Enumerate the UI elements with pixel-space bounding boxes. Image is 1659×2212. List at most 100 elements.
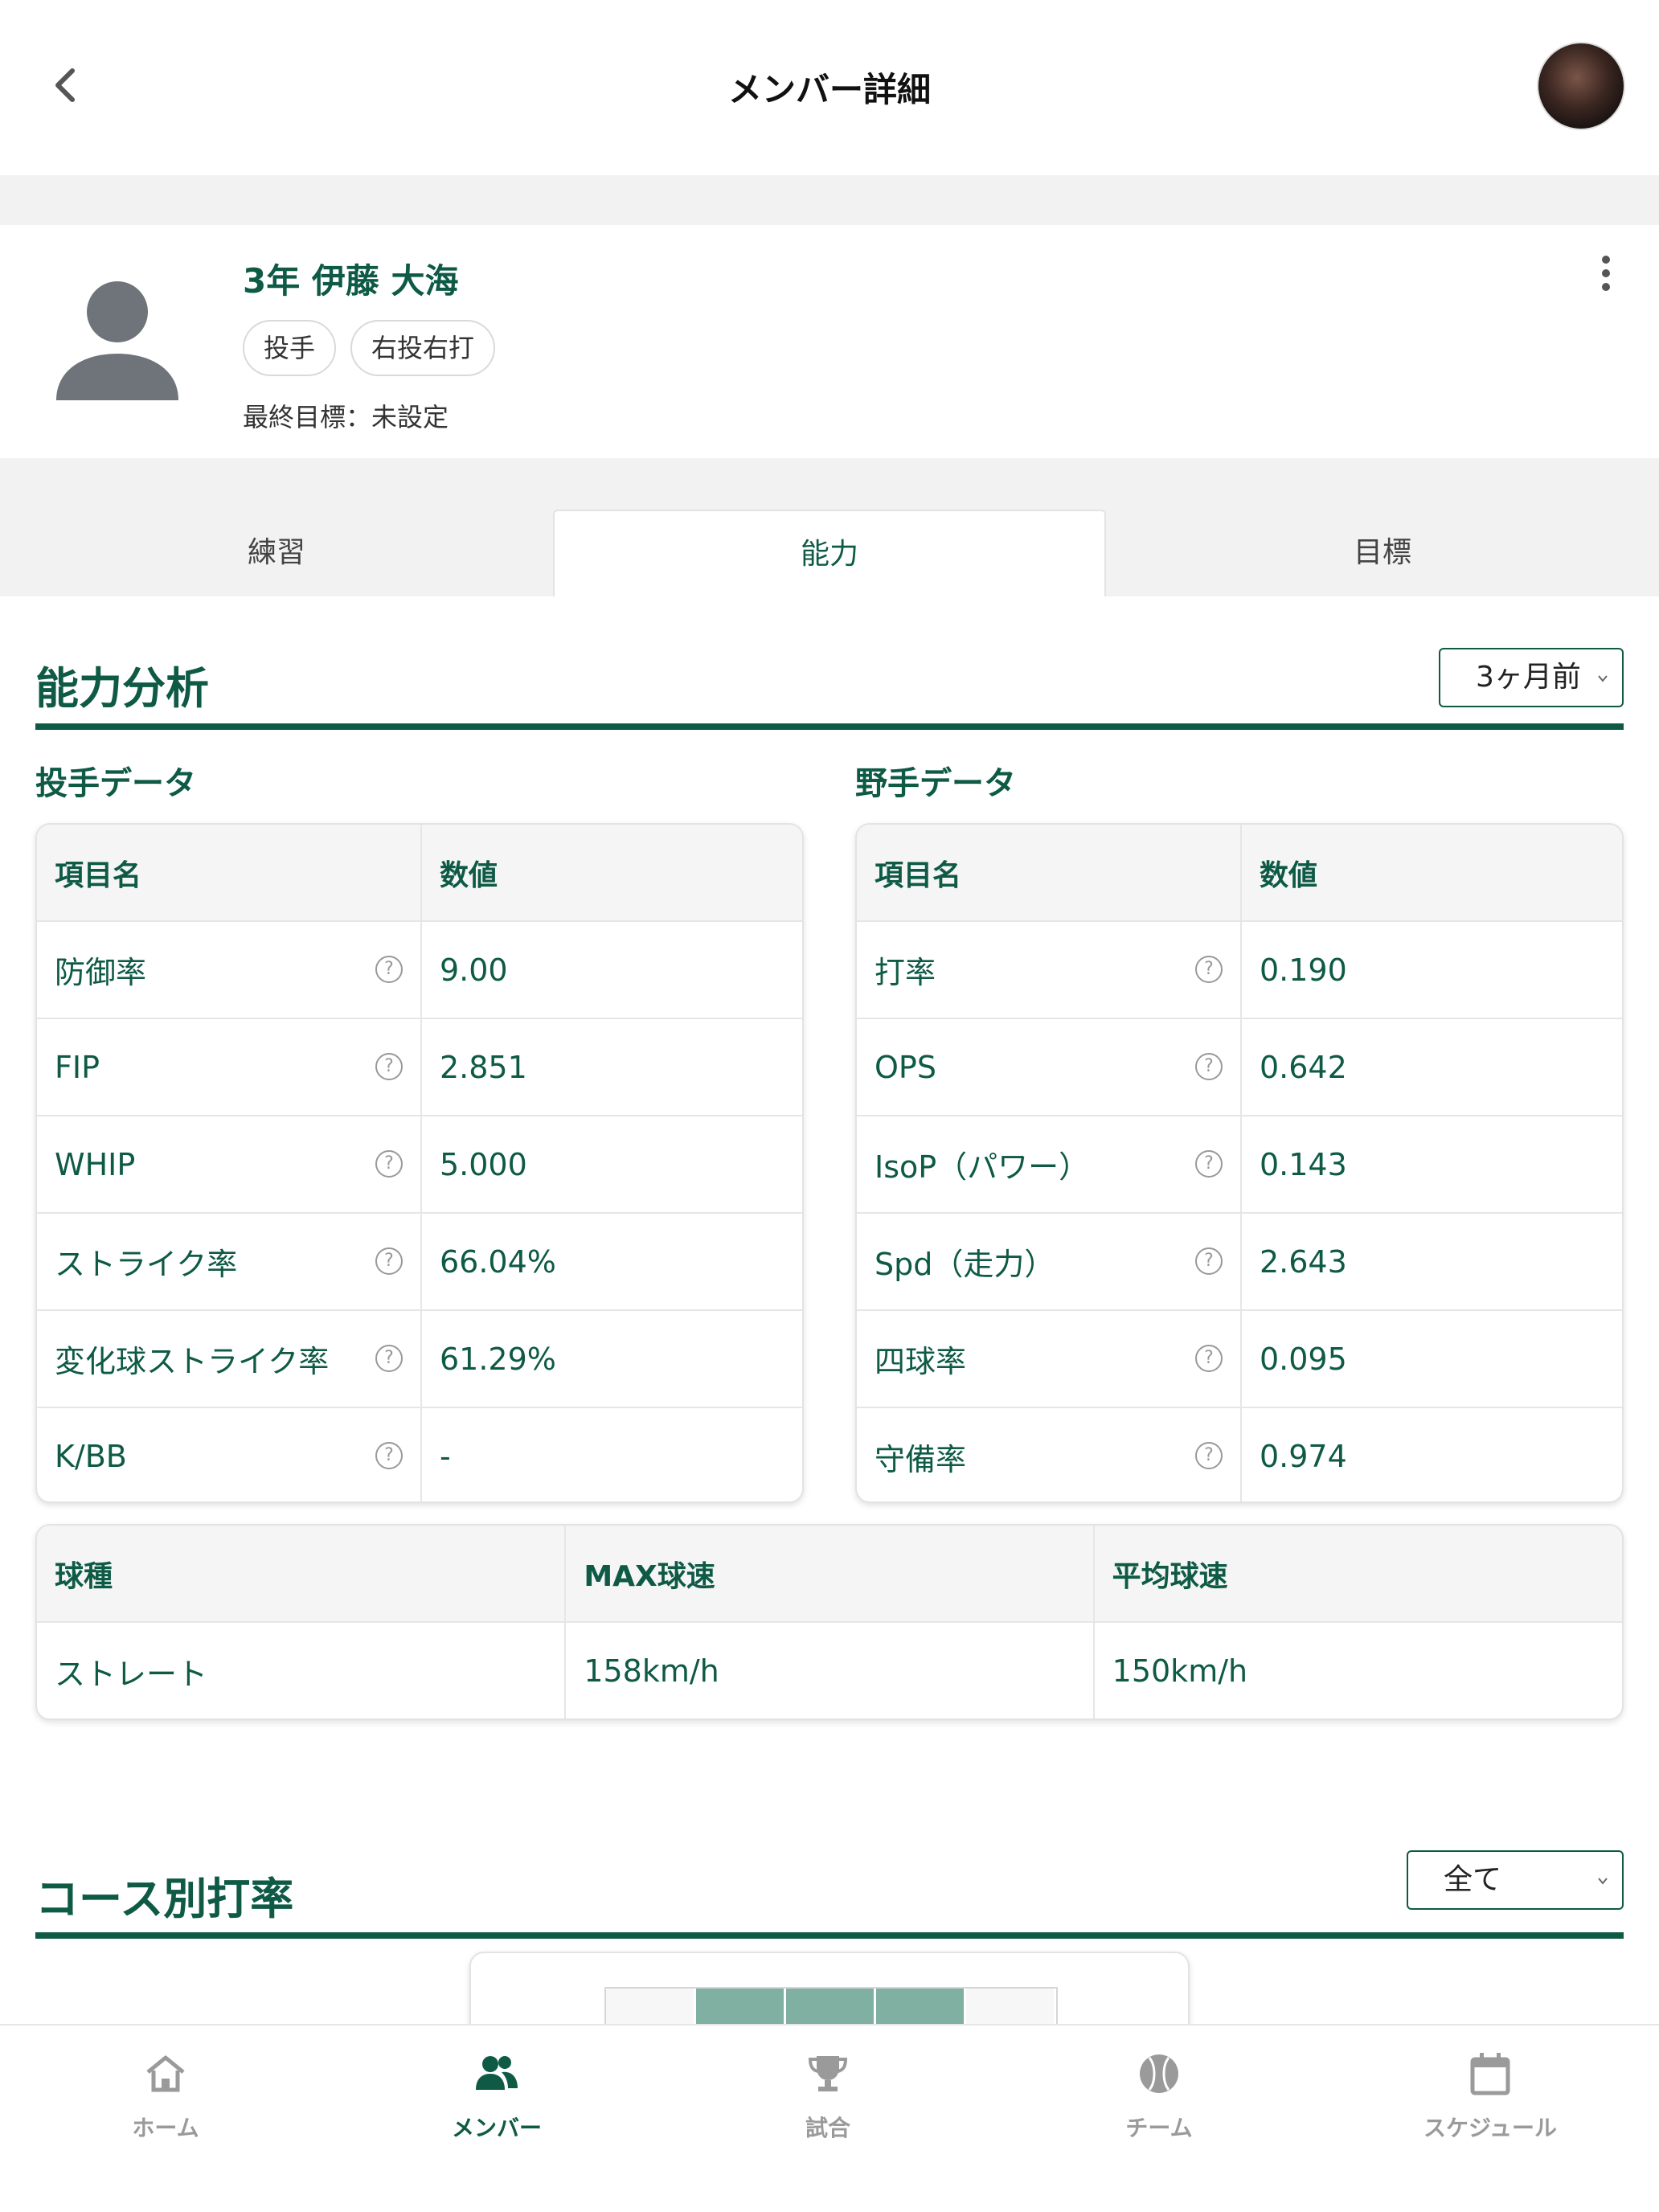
- nav-label: ホーム: [132, 2115, 199, 2141]
- table-row: K/BB? -: [37, 1407, 802, 1501]
- help-icon[interactable]: ?: [375, 1150, 403, 1178]
- stat-name-cell: IsoP（パワー）?: [857, 1116, 1242, 1214]
- stat-name-cell: 守備率?: [857, 1407, 1242, 1501]
- table-row: OPS? 0.642: [857, 1018, 1622, 1116]
- members-icon: [476, 2056, 518, 2090]
- stat-name-cell: 変化球ストライク率?: [37, 1310, 422, 1408]
- course-filter-select[interactable]: 全て: [1407, 1850, 1624, 1910]
- table-header-row: 球種 MAX球速 平均球速: [37, 1526, 1622, 1623]
- table-header-row: 項目名 数値: [857, 825, 1622, 922]
- stat-name-cell: 打率?: [857, 921, 1242, 1019]
- help-icon[interactable]: ?: [375, 1345, 403, 1372]
- user-avatar[interactable]: [1537, 42, 1625, 130]
- pitch-type: ストレート: [37, 1622, 567, 1718]
- pitch-speed-table: 球種 MAX球速 平均球速 ストレート 158km/h 150km/h: [35, 1524, 1624, 1720]
- ability-content: 能力分析 3ヶ月前 投手データ 野手データ 項目名 数値 防御率? 9.00 F…: [0, 596, 1659, 2024]
- stat-name-cell: 防御率?: [37, 921, 422, 1019]
- stat-name: 打率: [875, 955, 936, 990]
- help-icon[interactable]: ?: [1195, 1442, 1223, 1469]
- stat-name-cell: WHIP?: [37, 1116, 422, 1214]
- chevron-down-icon: [1598, 675, 1608, 682]
- stat-name: 変化球ストライク率: [55, 1344, 330, 1379]
- calendar-icon: [1470, 2053, 1510, 2095]
- column-header: 数値: [421, 825, 802, 922]
- nav-games[interactable]: 試合: [662, 2026, 993, 2212]
- chevron-down-icon: [1598, 1878, 1608, 1885]
- nav-label: メンバー: [451, 2115, 542, 2141]
- stat-value: 9.00: [421, 921, 802, 1019]
- stat-value: 0.143: [1241, 1116, 1622, 1214]
- column-header: MAX球速: [565, 1526, 1095, 1623]
- tab-goal[interactable]: 目標: [1106, 510, 1659, 596]
- stat-name: ストライク率: [55, 1247, 238, 1282]
- table-row: IsoP（パワー）? 0.143: [857, 1116, 1622, 1214]
- stat-value: 0.190: [1241, 921, 1622, 1019]
- stat-name: OPS: [875, 1049, 936, 1085]
- nav-label: スケジュール: [1423, 2115, 1558, 2141]
- baseball-icon: [1140, 2054, 1178, 2093]
- nav-schedule[interactable]: スケジュール: [1325, 2026, 1656, 2212]
- stat-name: FIP: [55, 1049, 100, 1085]
- stat-name: 守備率: [875, 1441, 967, 1477]
- help-icon[interactable]: ?: [1195, 1345, 1223, 1372]
- zone-cell[interactable]: [696, 1989, 786, 2024]
- help-icon[interactable]: ?: [1195, 1150, 1223, 1178]
- stat-name: K/BB: [55, 1439, 127, 1474]
- ability-section-title: 能力分析: [35, 663, 209, 714]
- zone-cell[interactable]: [786, 1989, 876, 2024]
- zone-cell[interactable]: [606, 1989, 696, 2024]
- stat-value: 5.000: [421, 1116, 802, 1214]
- column-header: 平均球速: [1093, 1526, 1622, 1623]
- member-profile: 3年 伊藤 大海 投手 右投右打 最終目標：未設定: [0, 225, 1659, 458]
- trophy-icon: [808, 2056, 848, 2091]
- stat-name-cell: Spd（走力）?: [857, 1213, 1242, 1311]
- table-row: Spd（走力）? 2.643: [857, 1213, 1622, 1311]
- stat-value: 2.643: [1241, 1213, 1622, 1311]
- avatar-placeholder-icon: [55, 280, 180, 408]
- nav-label: チーム: [1125, 2115, 1193, 2141]
- column-header: 数値: [1241, 825, 1622, 922]
- stat-value: -: [440, 1439, 451, 1474]
- stat-name-cell: K/BB?: [37, 1407, 422, 1501]
- page-title: メンバー詳細: [727, 70, 931, 109]
- stat-name: WHIP: [55, 1146, 136, 1182]
- table-row: 四球率? 0.095: [857, 1310, 1622, 1408]
- fielder-data-table: 項目名 数値 打率? 0.190 OPS? 0.642 IsoP（パワー）? 0…: [855, 823, 1624, 1503]
- zone-cell[interactable]: [966, 1989, 1056, 2024]
- bottom-navigation: ホーム メンバー 試合 チーム スケジュール: [0, 2024, 1659, 2212]
- stat-value: 61.29%: [421, 1310, 802, 1408]
- table-row: 守備率? 0.974: [857, 1407, 1622, 1501]
- nav-team[interactable]: チーム: [993, 2026, 1325, 2212]
- stat-name: IsoP（パワー）: [875, 1149, 1090, 1185]
- help-icon[interactable]: ?: [375, 1053, 403, 1080]
- help-icon[interactable]: ?: [375, 956, 403, 983]
- help-icon[interactable]: ?: [1195, 1247, 1223, 1275]
- stat-name-cell: OPS?: [857, 1018, 1242, 1116]
- column-header: 項目名: [37, 825, 422, 922]
- table-header-row: 項目名 数値: [37, 825, 802, 922]
- handedness-tag: 右投右打: [350, 320, 496, 376]
- zone-cell[interactable]: [876, 1989, 966, 2024]
- tab-practice[interactable]: 練習: [0, 510, 553, 596]
- period-select-value: 3ヶ月前: [1476, 661, 1581, 694]
- stat-name-cell: 四球率?: [857, 1310, 1242, 1408]
- home-icon: [146, 2055, 185, 2092]
- table-row: 変化球ストライク率? 61.29%: [37, 1310, 802, 1408]
- table-row: FIP? 2.851: [37, 1018, 802, 1116]
- help-icon[interactable]: ?: [375, 1442, 403, 1469]
- member-tags: 投手 右投右打: [243, 320, 496, 376]
- nav-members[interactable]: メンバー: [331, 2026, 662, 2212]
- nav-home[interactable]: ホーム: [0, 2026, 331, 2212]
- stat-name: 四球率: [875, 1344, 967, 1379]
- period-select[interactable]: 3ヶ月前: [1439, 648, 1624, 707]
- stat-value: 0.095: [1241, 1310, 1622, 1408]
- fielder-data-title: 野手データ: [855, 765, 1016, 802]
- stat-value: 0.642: [1241, 1018, 1622, 1116]
- more-options-icon[interactable]: [1593, 256, 1619, 304]
- table-row: 打率? 0.190: [857, 921, 1622, 1019]
- pitcher-data-title: 投手データ: [35, 765, 196, 802]
- help-icon[interactable]: ?: [1195, 956, 1223, 983]
- help-icon[interactable]: ?: [375, 1247, 403, 1275]
- help-icon[interactable]: ?: [1195, 1053, 1223, 1080]
- tab-ability[interactable]: 能力: [553, 510, 1106, 596]
